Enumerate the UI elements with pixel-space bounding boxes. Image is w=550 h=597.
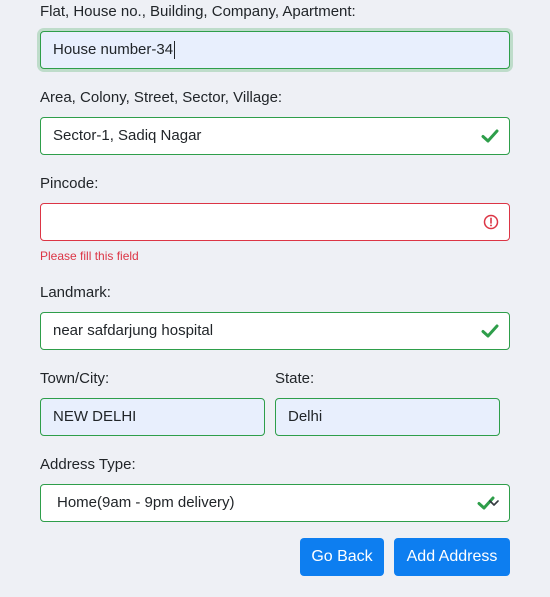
check-icon <box>481 324 499 338</box>
text-caret <box>174 41 176 60</box>
flat-input[interactable]: House number-34 <box>40 31 510 69</box>
pincode-label: Pincode: <box>40 175 99 192</box>
landmark-label: Landmark: <box>40 284 111 301</box>
landmark-input-value: near safdarjung hospital <box>53 322 214 339</box>
area-input[interactable]: Sector-1, Sadiq Nagar <box>40 117 510 155</box>
address-type-label: Address Type: <box>40 456 136 473</box>
check-icon <box>481 129 499 143</box>
flat-input-value: House number-34 <box>53 41 174 58</box>
go-back-button[interactable]: Go Back <box>300 538 384 576</box>
address-form: Flat, House no., Building, Company, Apar… <box>0 0 550 597</box>
address-type-selected: Home(9am - 9pm delivery) <box>57 494 235 511</box>
flat-label: Flat, House no., Building, Company, Apar… <box>40 3 356 20</box>
landmark-input[interactable]: near safdarjung hospital <box>40 312 510 350</box>
state-input-value: Delhi <box>288 408 323 425</box>
pincode-error-message: Please fill this field <box>40 249 139 263</box>
chevron-down-icon[interactable] <box>489 499 499 507</box>
alert-circle-icon <box>483 214 499 230</box>
state-input[interactable]: Delhi <box>275 398 500 436</box>
area-input-value: Sector-1, Sadiq Nagar <box>53 127 202 144</box>
add-address-button[interactable]: Add Address <box>394 538 510 576</box>
pincode-input[interactable] <box>40 203 510 241</box>
area-label: Area, Colony, Street, Sector, Village: <box>40 89 283 106</box>
city-label: Town/City: <box>40 370 110 387</box>
address-type-select[interactable]: Home(9am - 9pm delivery) <box>40 484 510 522</box>
city-input[interactable]: NEW DELHI <box>40 398 265 436</box>
state-label: State: <box>275 370 315 387</box>
city-input-value: NEW DELHI <box>53 408 137 425</box>
